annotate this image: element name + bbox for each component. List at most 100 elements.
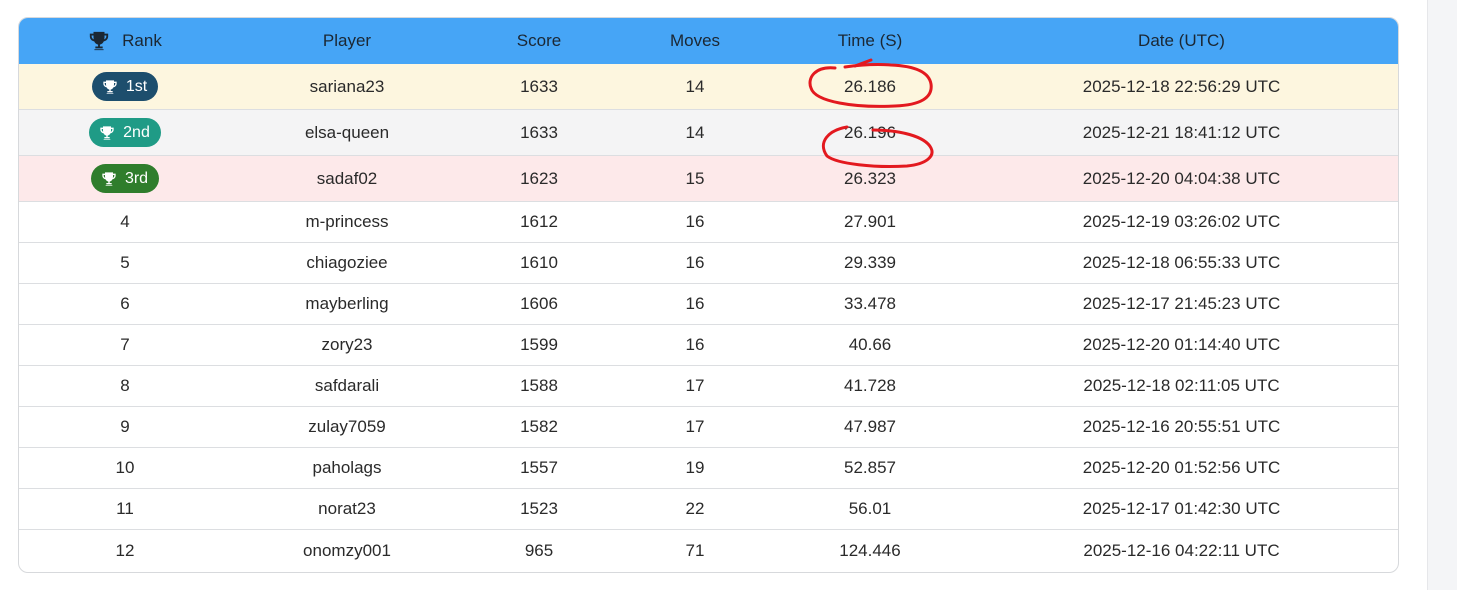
table-row: 9 zulay7059 1582 17 47.987 2025-12-16 20:55:5… xyxy=(19,407,1398,448)
cell-time: 124.446 xyxy=(839,540,901,560)
cell-date: 2025-12-16 04:22:11 UTC xyxy=(1083,540,1280,560)
cell-score: 1582 xyxy=(520,417,558,436)
cell-player: safdarali xyxy=(314,376,380,395)
cell-moves: 16 xyxy=(685,335,705,354)
cell-moves: 16 xyxy=(685,253,705,272)
header-player: Player xyxy=(322,31,372,50)
cell-date: 2025-12-17 21:45:23 UTC xyxy=(1082,294,1281,313)
rank-badge-label: 1st xyxy=(125,77,148,95)
cell-score: 1610 xyxy=(520,253,558,272)
cell-time: 41.728 xyxy=(844,376,896,395)
cell-rank: 4 xyxy=(120,212,130,231)
cell-moves: 17 xyxy=(685,376,705,395)
cell-time: 33.478 xyxy=(844,294,896,313)
cell-score: 1588 xyxy=(520,376,558,395)
trophy-icon xyxy=(89,31,109,51)
table-row: 7 zory23 1599 16 40.66 2025-12-20 01:14:40 UT… xyxy=(19,325,1398,366)
cell-rank: 3rd xyxy=(19,156,231,201)
cell-rank: 2nd xyxy=(19,110,231,155)
rank-badge: 2nd xyxy=(89,118,161,147)
cell-date: 2025-12-19 03:26:02 UTC xyxy=(1082,212,1281,231)
cell-time: 26.196 xyxy=(844,122,896,142)
cell-score: 1523 xyxy=(520,499,558,518)
cell-player: elsa-queen xyxy=(304,122,390,142)
table-row: 6 mayberling 1606 16 33.478 2025-12-17 21:45:… xyxy=(19,284,1398,325)
cell-rank: 11 xyxy=(116,499,134,518)
cell-time: 47.987 xyxy=(844,417,896,436)
cell-player: m-princess xyxy=(305,212,389,231)
header-score: Score xyxy=(516,31,562,50)
cell-time: 52.857 xyxy=(844,458,896,477)
header-time: Time (S) xyxy=(837,31,903,50)
cell-moves: 15 xyxy=(685,168,705,188)
cell-rank: 6 xyxy=(120,294,130,313)
cell-score: 1633 xyxy=(520,122,558,142)
trophy-icon xyxy=(102,171,116,186)
cell-rank: 7 xyxy=(120,335,130,354)
trophy-icon xyxy=(100,125,114,140)
header-rank-label: Rank xyxy=(122,31,162,50)
table-row: 12 onomzy001 965 71 124.446 2025-12-16 04:22:… xyxy=(19,530,1398,571)
table-row: 5 chiagoziee 1610 16 29.339 2025-12-18 06:55:… xyxy=(19,243,1398,284)
cell-score: 1557 xyxy=(520,458,558,477)
cell-time: 40.66 xyxy=(848,335,892,354)
trophy-icon xyxy=(103,79,117,94)
table-row: 10 paholags 1557 19 52.857 2025-12-20 01:52:5… xyxy=(19,448,1398,489)
cell-rank: 12 xyxy=(115,540,135,560)
header-rank: Rank xyxy=(19,18,231,64)
cell-time: 26.186 xyxy=(844,76,896,96)
cell-player: paholags xyxy=(312,458,382,477)
table-row: 8 safdarali 1588 17 41.728 2025-12-18 02:11:0… xyxy=(19,366,1398,407)
cell-player: zory23 xyxy=(321,335,373,354)
cell-moves: 14 xyxy=(685,76,705,96)
cell-moves: 19 xyxy=(685,458,705,477)
table-row: 1st sariana23 1633 14 26.186 2025-12-18 22:56… xyxy=(19,64,1398,110)
cell-date: 2025-12-20 04:04:38 UTC xyxy=(1082,168,1281,188)
cell-date: 2025-12-18 02:11:05 UTC xyxy=(1083,376,1280,395)
page-scroll-gutter xyxy=(1427,0,1457,590)
leaderboard-table: Rank Player Score Moves Time (S) Date (U… xyxy=(18,17,1399,573)
cell-time: 27.901 xyxy=(844,212,896,231)
cell-time: 29.339 xyxy=(844,253,896,272)
table-row: 11 norat23 1523 22 56.01 2025-12-17 01:42:30 … xyxy=(19,489,1398,530)
table-row: 3rd sadaf02 1623 15 26.323 2025-12-20 04:04:3… xyxy=(19,156,1398,202)
cell-date: 2025-12-16 20:55:51 UTC xyxy=(1082,417,1281,436)
cell-player: sariana23 xyxy=(309,76,385,96)
cell-rank: 8 xyxy=(120,376,130,395)
cell-rank: 5 xyxy=(120,253,130,272)
cell-score: 1623 xyxy=(520,168,558,188)
cell-moves: 16 xyxy=(685,294,705,313)
cell-moves: 17 xyxy=(685,417,705,436)
cell-rank: 1st xyxy=(19,64,231,109)
table-header: Rank Player Score Moves Time (S) Date (U… xyxy=(19,18,1398,64)
cell-score: 1606 xyxy=(520,294,558,313)
cell-moves: 71 xyxy=(685,540,705,560)
cell-moves: 16 xyxy=(685,212,705,231)
cell-time: 26.323 xyxy=(844,168,896,188)
table-row: 4 m-princess 1612 16 27.901 2025-12-19 03:26:… xyxy=(19,202,1398,243)
rank-badge-label: 3rd xyxy=(124,169,149,187)
cell-score: 1599 xyxy=(520,335,558,354)
cell-rank: 9 xyxy=(120,417,130,436)
cell-player: zulay7059 xyxy=(308,417,386,436)
leaderboard-page: Rank Player Score Moves Time (S) Date (U… xyxy=(0,0,1457,590)
rank-badge: 1st xyxy=(91,72,159,101)
cell-date: 2025-12-17 01:42:30 UTC xyxy=(1082,499,1281,518)
table-row: 2nd elsa-queen 1633 14 26.196 2025-12-21 18:4… xyxy=(19,110,1398,156)
header-moves: Moves xyxy=(669,31,721,50)
cell-moves: 22 xyxy=(685,499,705,518)
cell-player: sadaf02 xyxy=(316,168,378,188)
cell-date: 2025-12-18 22:56:29 UTC xyxy=(1082,76,1281,96)
cell-time: 56.01 xyxy=(848,499,892,518)
cell-score: 1633 xyxy=(520,76,558,96)
cell-date: 2025-12-21 18:41:12 UTC xyxy=(1082,122,1281,142)
rank-badge: 3rd xyxy=(90,164,160,193)
cell-player: mayberling xyxy=(305,294,389,313)
cell-player: chiagoziee xyxy=(306,253,388,272)
cell-score: 965 xyxy=(524,540,554,560)
cell-player: norat23 xyxy=(318,499,376,518)
rank-badge-label: 2nd xyxy=(123,123,150,141)
cell-player: onomzy001 xyxy=(303,540,391,560)
cell-date: 2025-12-20 01:14:40 UTC xyxy=(1082,335,1281,354)
cell-date: 2025-12-18 06:55:33 UTC xyxy=(1082,253,1281,272)
